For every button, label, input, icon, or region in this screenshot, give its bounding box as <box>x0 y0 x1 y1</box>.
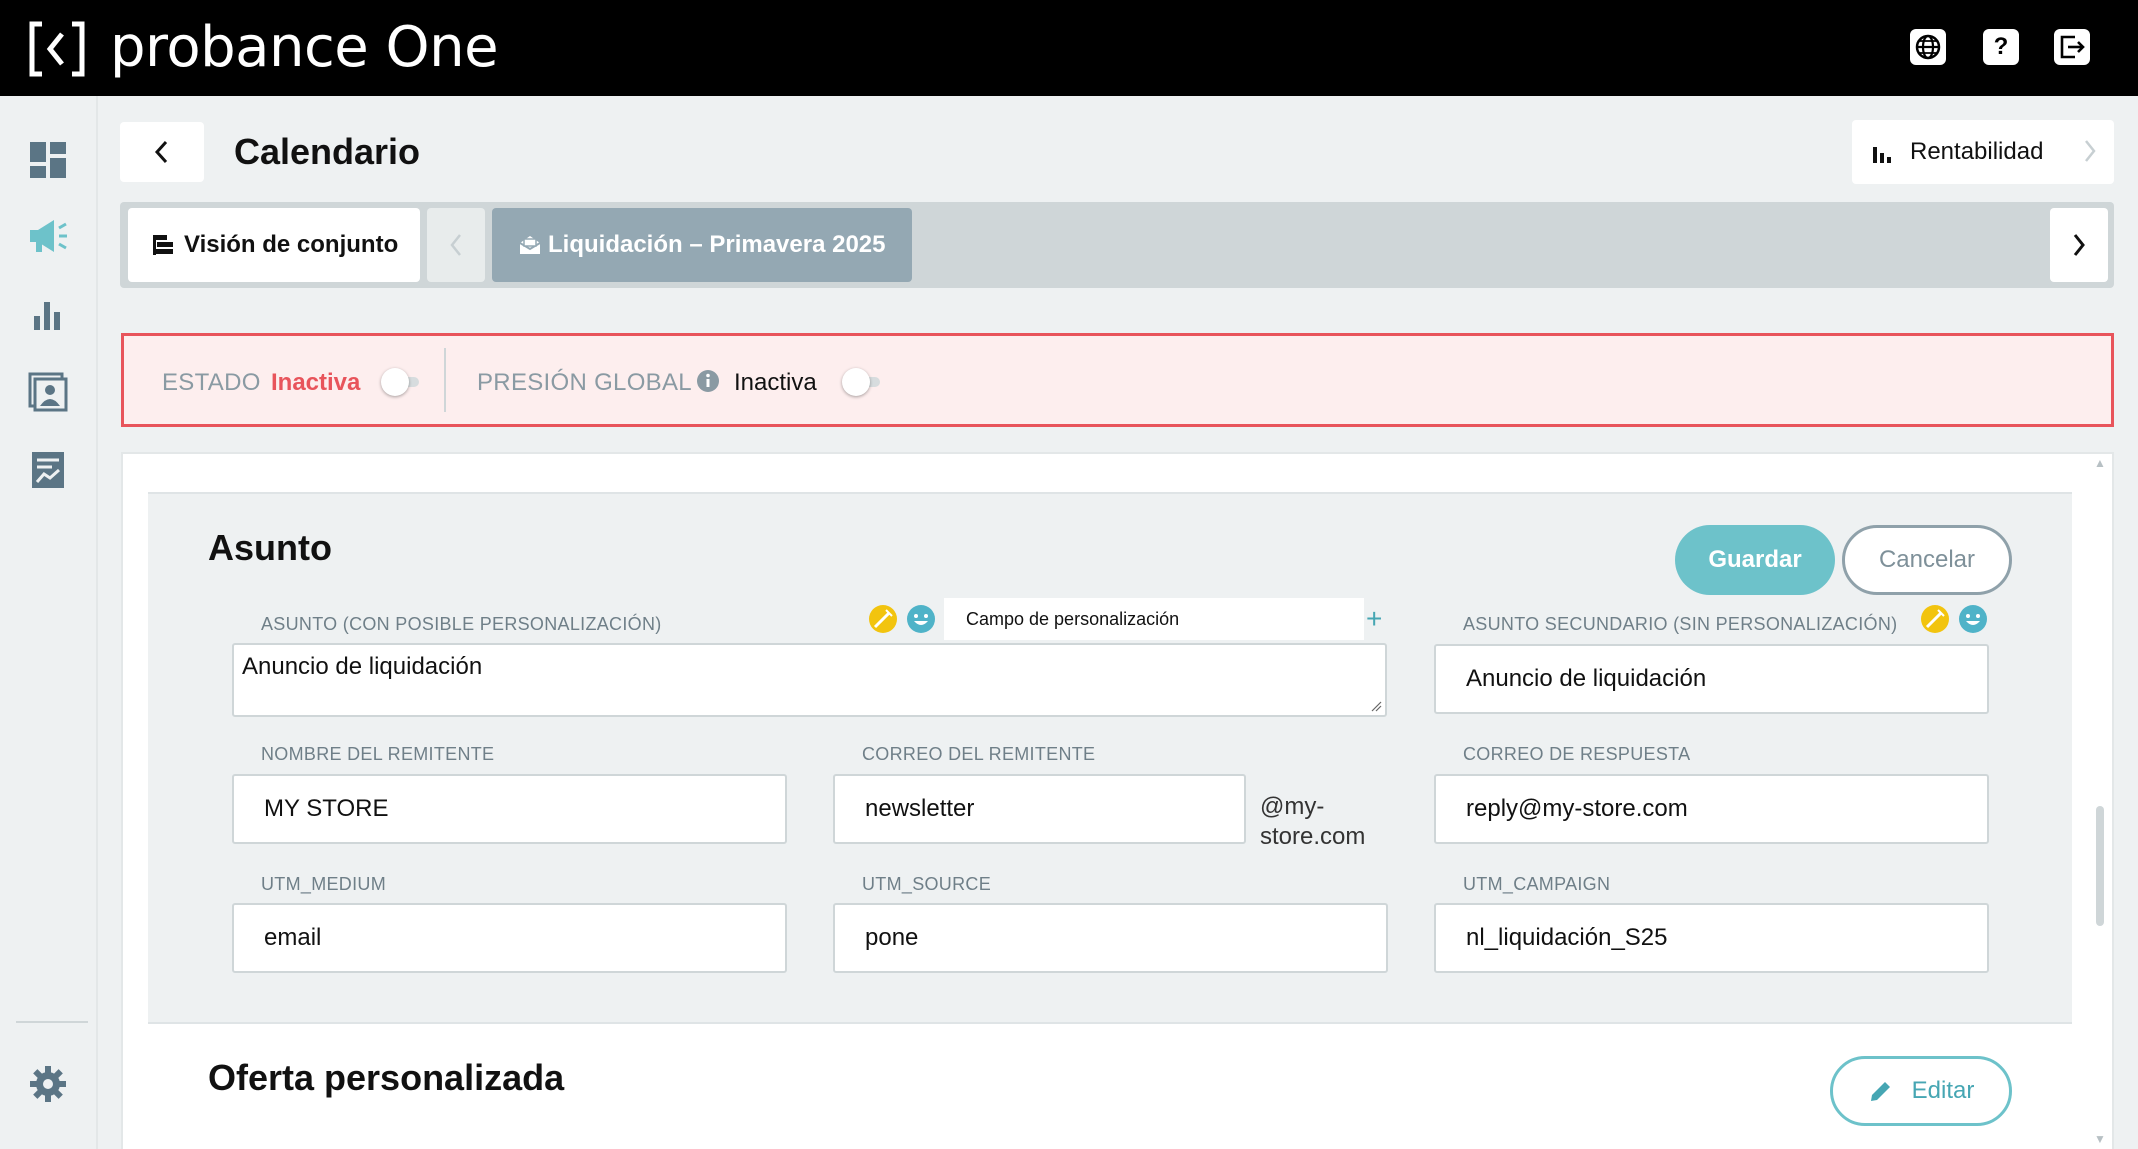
secondary-subject-input[interactable]: Anuncio de liquidación <box>1434 644 1989 714</box>
sender-email-domain: @my-store.com <box>1260 793 1366 850</box>
estado-value: Inactiva <box>271 369 361 396</box>
sender-email-value: newsletter <box>865 795 975 822</box>
edit-label: Editar <box>1911 1077 1975 1104</box>
info-icon[interactable] <box>696 369 720 393</box>
dashboard-icon[interactable] <box>26 138 70 182</box>
back-button[interactable] <box>120 122 204 182</box>
sender-name-input[interactable]: MY STORE <box>232 774 787 844</box>
tab-overview-label: Visión de conjunto <box>184 231 399 258</box>
gear-icon[interactable] <box>26 1062 70 1106</box>
edit-button[interactable]: Editar <box>1830 1056 2012 1126</box>
megaphone-icon[interactable] <box>26 214 70 258</box>
presion-label: PRESIÓN GLOBAL <box>477 369 692 396</box>
subject-textarea[interactable]: Anuncio de liquidación <box>232 643 1387 717</box>
utm-source-label: UTM_SOURCE <box>862 874 992 894</box>
utm-medium-label: UTM_MEDIUM <box>261 874 386 894</box>
utm-source-value: pone <box>865 924 919 951</box>
subject-value: Anuncio de liquidación <box>242 653 483 680</box>
help-glyph: ? <box>1993 33 2009 60</box>
scroll-down-icon[interactable]: ▼ <box>2094 1132 2106 1146</box>
report-icon[interactable] <box>26 448 70 492</box>
tab-campaign-active[interactable]: Liquidación – Primavera 2025 <box>492 208 912 282</box>
asunto-title: Asunto <box>208 527 332 568</box>
reply-email-input[interactable]: reply@my-store.com <box>1434 774 1989 844</box>
rentabilidad-label: Rentabilidad <box>1910 138 2044 165</box>
help-icon[interactable]: ? <box>1983 29 2019 65</box>
tab-overview[interactable]: Visión de conjunto <box>128 208 420 282</box>
tab-next-button[interactable] <box>2050 208 2108 282</box>
sender-email-label: CORREO DEL REMITENTE <box>862 744 1096 764</box>
presion-toggle[interactable] <box>842 368 882 396</box>
save-button[interactable]: Guardar <box>1675 525 1835 595</box>
oferta-title: Oferta personalizada <box>208 1057 565 1098</box>
reply-email-value: reply@my-store.com <box>1466 795 1688 822</box>
utm-campaign-input[interactable]: nl_liquidación_S25 <box>1434 903 1989 973</box>
chevron-left-icon <box>154 140 168 164</box>
sender-name-value: MY STORE <box>264 795 389 822</box>
status-divider <box>444 348 446 412</box>
sender-email-input[interactable]: newsletter <box>833 774 1246 844</box>
timeline-icon <box>153 235 173 255</box>
add-personalization-icon[interactable]: + <box>1366 604 1382 634</box>
envelope-open-icon <box>519 236 541 254</box>
tab-prev-button[interactable] <box>427 208 485 282</box>
scrollbar-thumb[interactable] <box>2096 806 2104 926</box>
contacts-icon[interactable] <box>26 370 70 414</box>
utm-campaign-label: UTM_CAMPAIGN <box>1463 874 1611 894</box>
chevron-right-icon <box>2085 140 2096 162</box>
top-bar: probance One ? <box>0 0 2138 96</box>
emoji-icon[interactable] <box>1958 604 1988 634</box>
logout-icon[interactable] <box>2054 29 2090 65</box>
utm-medium-value: email <box>264 924 322 951</box>
rentabilidad-button[interactable]: Rentabilidad <box>1852 120 2114 184</box>
pencil-icon <box>1870 1082 1890 1101</box>
tab-campaign-label: Liquidación – Primavera 2025 <box>548 231 886 258</box>
utm-source-input[interactable]: pone <box>833 903 1388 973</box>
bar-chart-icon <box>1873 147 1891 163</box>
globe-icon[interactable] <box>1910 29 1946 65</box>
chevron-right-icon <box>2073 234 2085 256</box>
chevron-left-icon <box>450 234 461 256</box>
personalization-wand-icon[interactable] <box>868 604 898 634</box>
secondary-subject-label: ASUNTO SECUNDARIO (SIN PERSONALIZACIÓN) <box>1463 614 1898 634</box>
presion-value: Inactiva <box>734 369 817 396</box>
sidebar-divider <box>16 1021 88 1023</box>
utm-medium-input[interactable]: email <box>232 903 787 973</box>
reply-email-label: CORREO DE RESPUESTA <box>1463 744 1691 764</box>
probance-logo-icon <box>29 21 85 77</box>
scroll-up-icon[interactable]: ▲ <box>2094 456 2106 470</box>
utm-campaign-value: nl_liquidación_S25 <box>1466 924 1668 951</box>
resize-grip-icon[interactable] <box>1370 700 1382 712</box>
sender-name-label: NOMBRE DEL REMITENTE <box>261 744 495 764</box>
estado-toggle[interactable] <box>381 368 421 396</box>
emoji-icon[interactable] <box>906 604 936 634</box>
bar-chart-icon[interactable] <box>26 292 70 336</box>
secondary-subject-value: Anuncio de liquidación <box>1466 665 1707 692</box>
estado-label: ESTADO <box>162 369 261 396</box>
status-bar: ESTADO Inactiva PRESIÓN GLOBAL Inactiva <box>121 333 2114 427</box>
personalization-field-select[interactable]: Campo de personalización <box>944 598 1364 640</box>
cancel-button[interactable]: Cancelar <box>1842 525 2012 595</box>
personalization-wand-icon[interactable] <box>1920 604 1950 634</box>
page-title: Calendario <box>234 131 421 172</box>
app-name: probance One <box>110 15 499 80</box>
subject-label: ASUNTO (CON POSIBLE PERSONALIZACIÓN) <box>261 614 662 634</box>
sidebar <box>0 96 98 1149</box>
